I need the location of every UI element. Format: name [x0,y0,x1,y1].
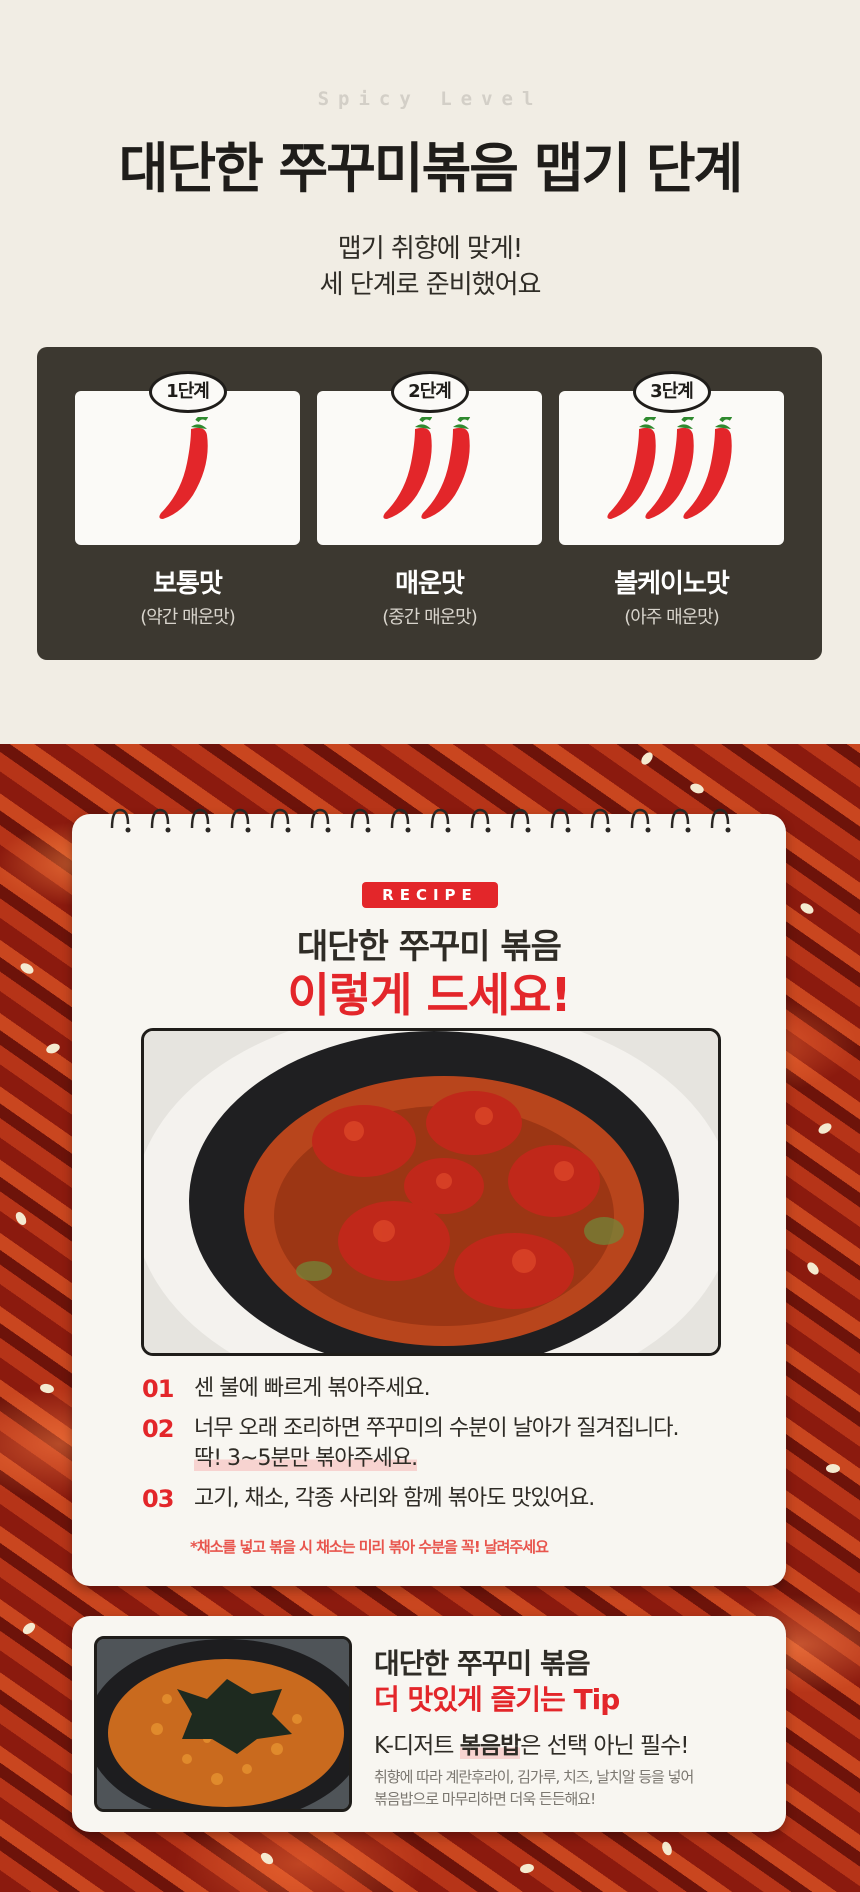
level-name: 볼케이노맛 [614,569,730,599]
fried-rice-photo [94,1636,352,1812]
step-highlight-text: 딱! 3~5분만 볶아주세요. [194,1446,418,1471]
subtitle-line-2: 세 단계로 준비했어요 [319,270,542,300]
step-text: 센 불에 빠르게 볶아주세요. [194,1376,431,1401]
level-badge: 2단계 [390,371,469,413]
level-card-2: 2단계 [317,371,542,545]
tip-headline-suffix: 은 선택 아닌 필수! [520,1733,689,1759]
chili-pepper-icon [383,417,471,519]
tip-title-line-1: 대단한 쭈꾸미 볶음 [374,1647,591,1680]
spiral-binding-icon [110,808,731,833]
tip-headline: K-디저트 볶음밥은 선택 아닌 필수! [374,1726,690,1760]
level-name: 보통맛 [153,569,223,599]
level-badge: 1단계 [148,371,227,413]
chili-pepper-icon [159,417,209,519]
level-card-3: 3단계 [559,371,784,545]
level-description: (약간 매운맛) [140,607,236,628]
page-title: 대단한 쭈꾸미볶음 맵기 단계 [118,137,744,200]
eyebrow-text: Spicy Level [317,88,543,110]
recipe-step: 01 센 불에 빠르게 볶아주세요. [142,1374,742,1404]
step-text: 고기, 채소, 각종 사리와 함께 볶아도 맛있어요. [194,1486,595,1511]
tip-description: 취향에 따라 계란후라이, 김가루, 치즈, 날치알 등을 넣어 볶음밥으로 마… [374,1766,694,1810]
level-description: (중간 매운맛) [382,607,478,628]
spicy-level-section: Spicy Level 대단한 쭈꾸미볶음 맵기 단계 맵기 취향에 맞게! 세… [0,0,860,744]
level-name: 매운맛 [395,569,465,599]
tip-description-line-2: 볶음밥으로 마무리하면 더욱 든든해요! [374,1790,596,1808]
recipe-section: RECIPE 대단한 쭈꾸미 볶음 이렇게 드세요! 01 센 불에 빠르게 볶… [0,744,860,1892]
step-number: 01 [142,1375,174,1403]
recipe-steps: 01 센 불에 빠르게 볶아주세요. 02 너무 오래 조리하면 쭈꾸미의 수분… [142,1374,742,1524]
recipe-step: 03 고기, 채소, 각종 사리와 함께 볶아도 맛있어요. [142,1484,742,1514]
cooking-photo [141,1028,721,1356]
step-text: 너무 오래 조리하면 쭈꾸미의 수분이 날아가 질겨집니다. [194,1416,679,1441]
tip-title-line-2: 더 맛있게 즐기는 Tip [374,1683,620,1716]
tip-card: 대단한 쭈꾸미 볶음 더 맛있게 즐기는 Tip K-디저트 볶음밥은 선택 아… [72,1616,786,1832]
recipe-notebook-card: RECIPE 대단한 쭈꾸미 볶음 이렇게 드세요! 01 센 불에 빠르게 볶… [72,808,786,1586]
chili-pepper-icon [607,417,733,519]
tip-headline-bold: 볶음밥 [459,1733,521,1759]
level-badge: 3단계 [632,371,711,413]
recipe-title-line-2: 이렇게 드세요! [287,968,572,1022]
recipe-note: *채소를 넣고 볶을 시 채소는 미리 볶아 수분을 꼭! 날려주세요 [190,1538,549,1556]
tip-description-line-1: 취향에 따라 계란후라이, 김가루, 치즈, 날치알 등을 넣어 [374,1768,694,1786]
tip-headline-prefix: K-디저트 [374,1733,460,1759]
level-card-1: 1단계 [75,371,300,545]
subtitle-line-1: 맵기 취향에 맞게! [337,234,523,264]
level-description: (아주 매운맛) [624,607,720,628]
step-number: 03 [142,1485,174,1513]
spicy-level-panel: 1단계 2단계 3단계 보통맛 (약간 매운맛) 매운맛 (중간 매운맛) 볼케… [37,347,822,660]
step-number: 02 [142,1415,174,1443]
recipe-step: 02 너무 오래 조리하면 쭈꾸미의 수분이 날아가 질겨집니다. 딱! 3~5… [142,1414,742,1474]
recipe-tag: RECIPE [362,882,498,908]
